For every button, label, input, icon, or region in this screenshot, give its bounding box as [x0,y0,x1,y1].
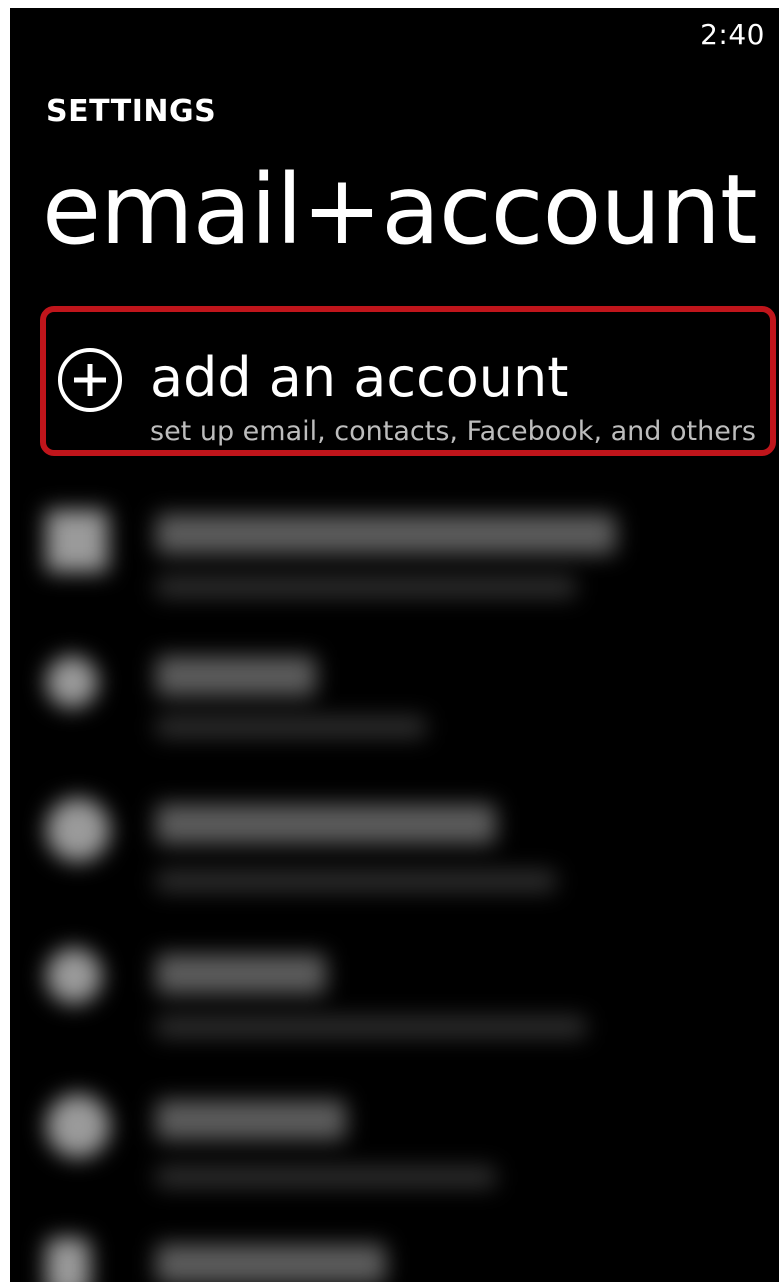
account-name [156,1100,346,1140]
account-detail [156,576,576,598]
account-name [156,954,326,994]
account-icon [46,656,98,708]
account-detail [156,1016,586,1038]
section-label: SETTINGS [46,94,217,129]
phone-screen: 2:40 SETTINGS email+account add an accou… [10,8,779,1282]
add-account-label: add an account [150,346,569,409]
plus-circle-icon [58,348,122,412]
account-icon [46,1094,110,1158]
account-icon [46,1238,90,1282]
account-detail [156,870,556,892]
account-detail [156,716,426,738]
account-list [10,478,779,1282]
account-icon [46,948,102,1004]
account-name [156,656,316,696]
status-time: 2:40 [700,18,765,51]
account-name [156,804,496,844]
account-name [156,1244,386,1282]
add-account-description: set up email, contacts, Facebook, and ot… [150,416,756,447]
account-name [156,514,616,554]
account-detail [156,1166,496,1188]
account-icon [46,510,108,572]
add-account-button[interactable]: add an account set up email, contacts, F… [40,306,776,456]
account-icon [46,798,110,862]
page-title: email+account [42,154,758,266]
